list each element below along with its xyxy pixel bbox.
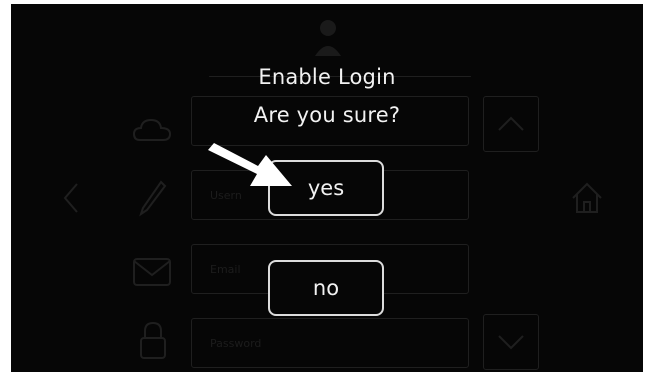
dialog-title: Enable Login [258, 65, 396, 89]
password-placeholder: Password [210, 337, 262, 350]
lock-icon [137, 320, 169, 362]
dialog-question: Are you sure? [253, 103, 401, 127]
device-screen: Usern Email Password Enable Login Are yo… [11, 4, 643, 372]
no-button[interactable]: no [268, 260, 384, 316]
pen-icon [137, 178, 169, 218]
yes-button-label: yes [307, 176, 345, 200]
email-placeholder: Email [210, 263, 241, 276]
no-button-label: no [312, 276, 340, 300]
password-field[interactable]: Password [191, 318, 469, 368]
user-icon [313, 18, 343, 58]
chevron-down-icon [498, 335, 524, 350]
home-icon[interactable] [567, 178, 607, 218]
envelope-icon [131, 256, 173, 288]
pointer-arrow-icon [206, 142, 296, 196]
chevron-left-icon[interactable] [59, 180, 83, 216]
scroll-down-button[interactable] [483, 314, 539, 370]
